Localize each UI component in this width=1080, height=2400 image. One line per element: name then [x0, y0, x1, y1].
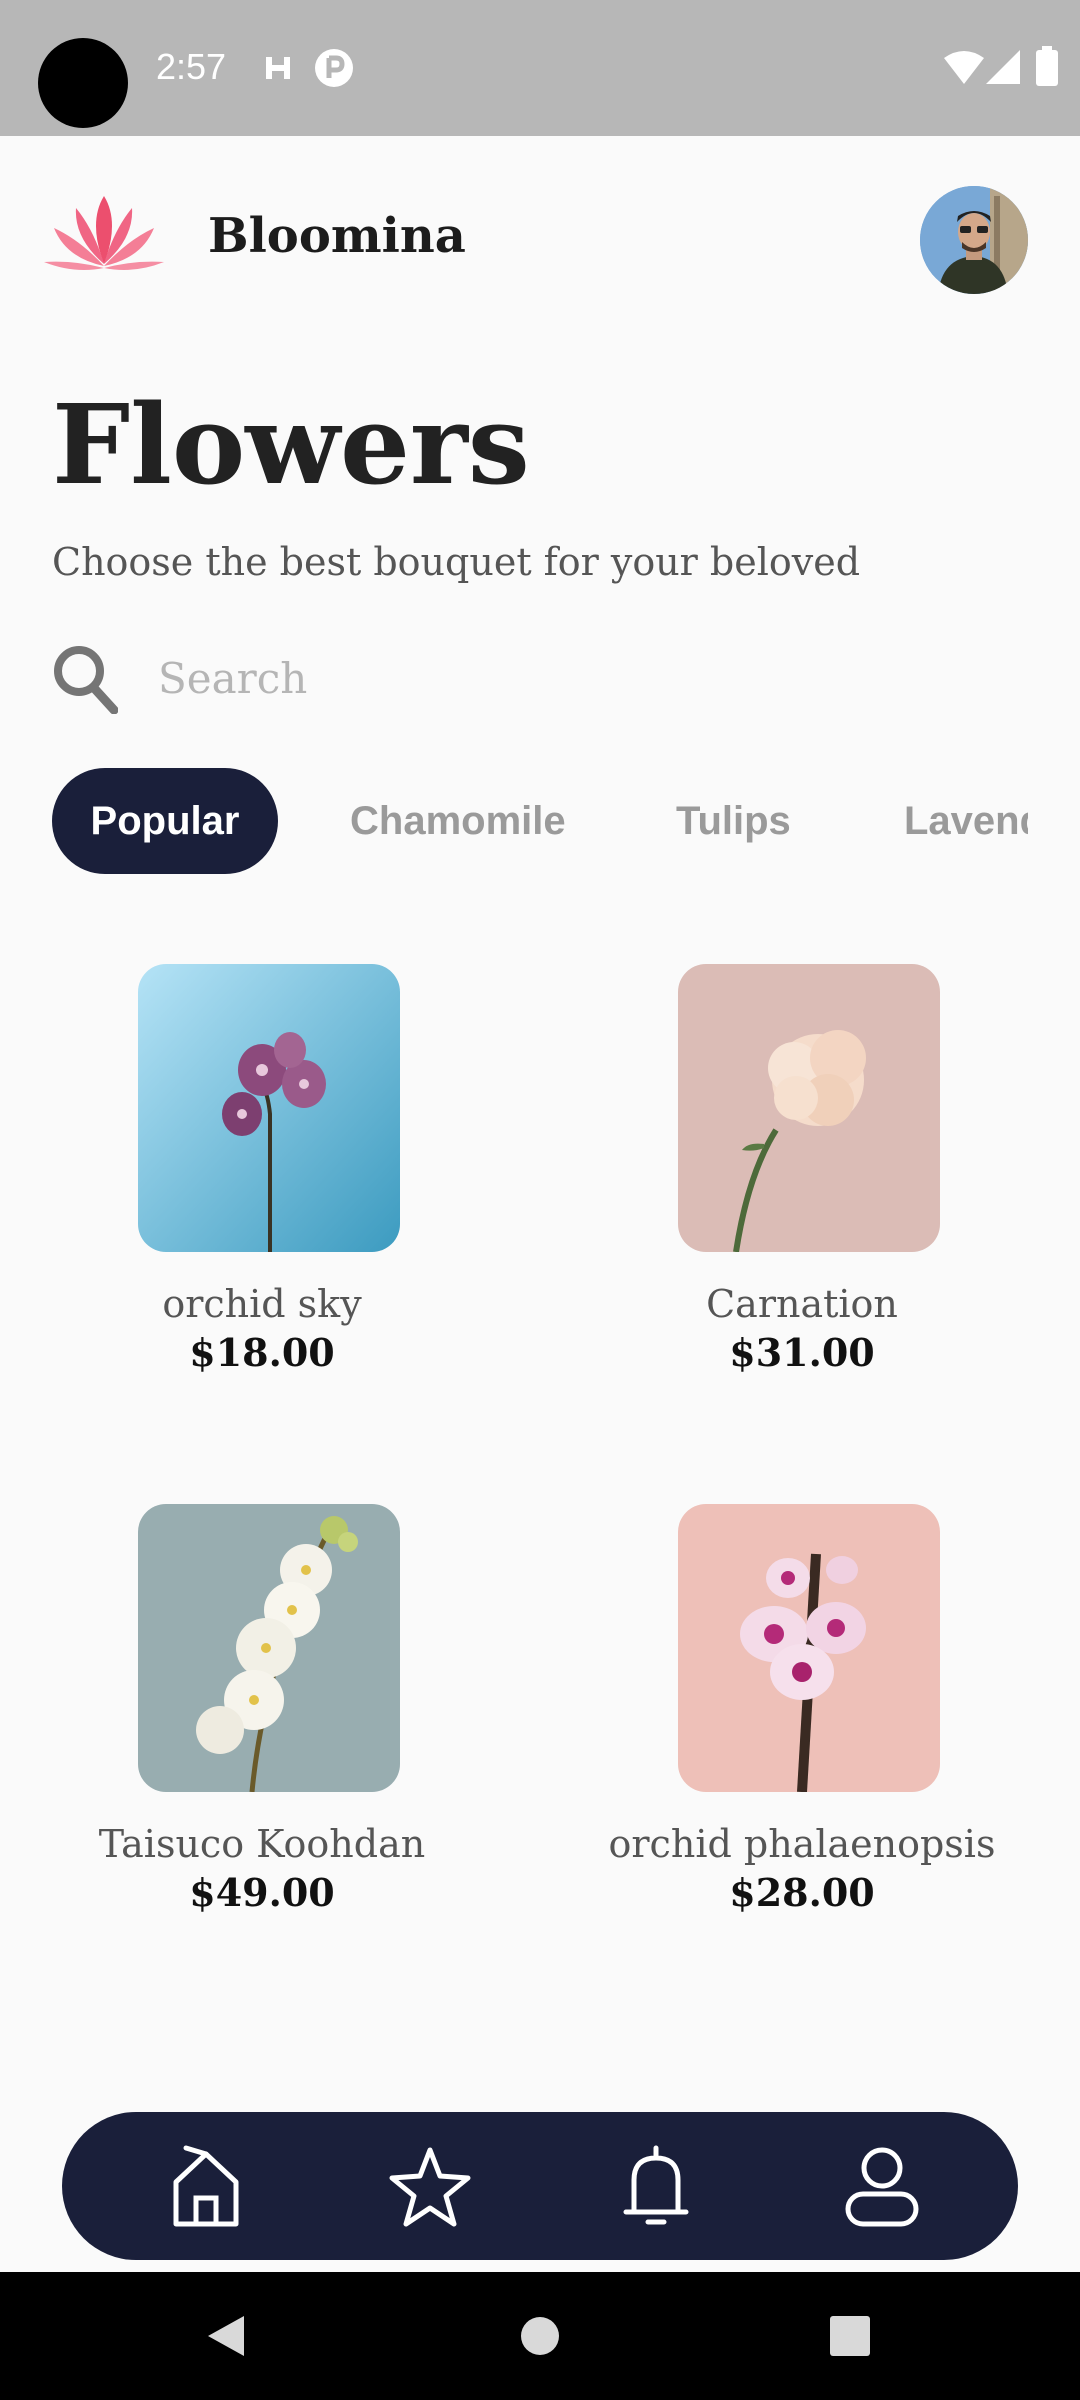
product-image[interactable] — [138, 964, 400, 1252]
star-icon[interactable] — [386, 2142, 474, 2230]
carnation-image — [678, 964, 940, 1252]
product-price: $31.00 — [729, 1330, 875, 1375]
bottom-nav — [62, 2112, 1018, 2260]
search-bar[interactable] — [52, 640, 1032, 720]
page-title: Flowers — [52, 380, 530, 509]
notification-p-icon — [315, 49, 353, 87]
product-card[interactable]: orchid phalaenopsis $28.00 — [592, 1504, 1012, 1924]
wifi-icon — [944, 51, 984, 84]
product-price: $28.00 — [729, 1870, 875, 1915]
category-tabs: Popular Chamomile Tulips Lavender — [52, 768, 1028, 874]
product-card[interactable]: Carnation $31.00 — [592, 964, 1012, 1384]
product-image[interactable] — [678, 1504, 940, 1792]
recents-icon[interactable] — [810, 2272, 890, 2400]
orchid-phalaenopsis-image — [678, 1504, 940, 1792]
bell-icon[interactable] — [612, 2142, 700, 2230]
avatar[interactable] — [920, 186, 1028, 294]
battery-icon — [1036, 46, 1058, 86]
tab-lavender[interactable]: Lavender — [904, 768, 1028, 874]
search-input[interactable] — [158, 646, 958, 710]
tab-chamomile[interactable]: Chamomile — [350, 768, 566, 874]
back-icon[interactable] — [186, 2272, 266, 2400]
profile-icon[interactable] — [838, 2142, 926, 2230]
product-name: orchid sky — [162, 1282, 362, 1326]
tab-tulips[interactable]: Tulips — [676, 768, 791, 874]
signal-icon — [986, 50, 1020, 84]
home-icon[interactable] — [162, 2142, 250, 2230]
home-circle-icon[interactable] — [500, 2272, 580, 2400]
product-image[interactable] — [138, 1504, 400, 1792]
lotus-logo-icon — [44, 196, 164, 270]
taisuco-koohdan-image — [138, 1504, 400, 1792]
status-bar: 2:57 — [0, 0, 1080, 136]
camera-cutout — [38, 38, 128, 128]
tab-popular[interactable]: Popular — [52, 768, 278, 874]
user-photo — [920, 186, 1028, 294]
orchid-sky-image — [138, 964, 400, 1252]
product-price: $49.00 — [189, 1870, 335, 1915]
notification-h-icon — [266, 57, 290, 79]
product-name: orchid phalaenopsis — [608, 1822, 996, 1866]
page-subtitle: Choose the best bouquet for your beloved — [52, 540, 861, 584]
search-icon — [54, 646, 118, 714]
product-name: Carnation — [706, 1282, 898, 1326]
system-nav-bar — [0, 2272, 1080, 2400]
status-time: 2:57 — [156, 46, 227, 87]
product-image[interactable] — [678, 964, 940, 1252]
product-price: $18.00 — [189, 1330, 335, 1375]
product-card[interactable]: Taisuco Koohdan $49.00 — [52, 1504, 472, 1924]
app-name: Bloomina — [208, 208, 466, 264]
product-card[interactable]: orchid sky $18.00 — [52, 964, 472, 1384]
product-name: Taisuco Koohdan — [98, 1822, 426, 1866]
